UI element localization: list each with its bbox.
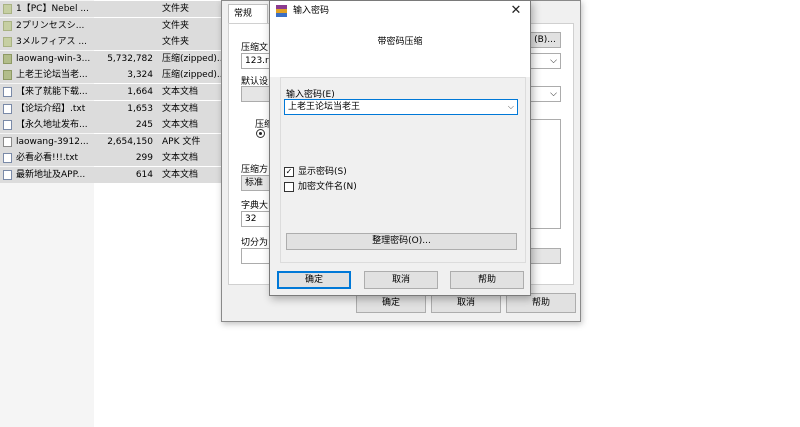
file-type: 文本文档	[162, 120, 199, 131]
chevron-down-icon: ⌵	[550, 89, 557, 99]
txt-icon	[3, 120, 12, 131]
chevron-down-icon[interactable]: ⌵	[508, 100, 514, 114]
title-bar[interactable]: 输入密码 ✕	[270, 1, 530, 21]
file-name: 3メルフィアス ...	[16, 37, 87, 48]
update-mode-dropdown[interactable]: ⌵	[529, 86, 561, 102]
file-name: laowang-win-3...	[16, 53, 91, 64]
file-size: 1,653	[127, 103, 153, 114]
help-button[interactable]: 帮助	[450, 271, 524, 289]
file-type: 压缩(zipped)...	[162, 70, 222, 81]
password-dialog: 输入密码 ✕ 带密码压缩 输入密码(E) 上老王论坛当老王 ⌵ ✓ 显示密码(S…	[269, 0, 531, 296]
folder-icon	[3, 4, 12, 14]
file-size: 5,732,782	[107, 53, 153, 64]
file-size: 3,324	[127, 70, 153, 81]
set-password-button[interactable]	[529, 248, 561, 264]
browse-button[interactable]: (B)...	[529, 32, 561, 48]
file-size: 614	[135, 170, 153, 180]
folder-icon	[3, 37, 12, 48]
file-type: APK 文件	[162, 136, 201, 147]
file-name: 【来了就能下载...	[16, 87, 88, 97]
file-name: 必看必看!!!.txt	[16, 153, 79, 164]
archiving-options-box	[529, 119, 561, 229]
file-row[interactable]: 【来了就能下载... 1,664 文本文档	[0, 84, 222, 100]
file-name: 最新地址及APP...	[16, 170, 86, 180]
file-type: 压缩(zipped)...	[162, 53, 222, 64]
folder-icon	[3, 20, 12, 31]
file-name: laowang-3912...	[16, 136, 89, 147]
file-row[interactable]: 【永久地址发布... 245 文本文档	[0, 117, 222, 134]
help-button[interactable]: 帮助	[506, 293, 576, 313]
password-value: 上老王论坛当老王	[288, 102, 361, 112]
archive-name-dropdown[interactable]: ⌵	[529, 53, 561, 69]
file-type: 文本文档	[162, 103, 199, 114]
file-row[interactable]: laowang-3912... 2,654,150 APK 文件	[0, 133, 222, 150]
file-name: 上老王论坛当老...	[16, 70, 88, 81]
file-row[interactable]: 1【PC】Nebel ... 文件夹	[0, 1, 222, 17]
dialog-title: 输入密码	[293, 6, 330, 16]
chevron-down-icon: ⌵	[550, 56, 557, 66]
file-row[interactable]: 2プリンセスシ... 文件夹	[0, 17, 222, 34]
show-password-label: 显示密码(S)	[298, 167, 347, 177]
dialog-header: 带密码压缩	[270, 21, 530, 77]
zip-icon	[3, 70, 12, 81]
file-row[interactable]: 必看必看!!!.txt 299 文本文档	[0, 150, 222, 167]
file-row[interactable]: 【论坛介绍】.txt 1,653 文本文档	[0, 100, 222, 117]
dictionary-size-label: 字典大	[241, 201, 269, 211]
file-name: 【永久地址发布...	[16, 120, 88, 131]
organize-passwords-button[interactable]: 整理密码(O)...	[286, 233, 517, 250]
file-name: 【论坛介绍】.txt	[16, 103, 86, 114]
encrypt-file-names-label: 加密文件名(N)	[298, 182, 357, 192]
txt-icon	[3, 103, 12, 114]
file-row[interactable]: 最新地址及APP... 614 文本文档	[0, 167, 222, 183]
file-size: 1,664	[127, 87, 153, 97]
file-name: 2プリンセスシ...	[16, 20, 85, 31]
archive-name-label: 压缩文	[241, 43, 269, 53]
file-size: 299	[135, 153, 153, 164]
file-type: 文本文档	[162, 170, 199, 180]
compression-method-label: 压缩方	[241, 165, 269, 175]
checkbox-unchecked-icon	[284, 182, 294, 192]
winrar-icon	[276, 5, 287, 17]
tab-general[interactable]: 常规	[228, 4, 268, 24]
apk-icon	[3, 136, 12, 147]
cancel-button[interactable]: 取消	[431, 293, 501, 313]
txt-icon	[3, 170, 12, 180]
file-name: 1【PC】Nebel ...	[16, 4, 89, 14]
dialog-subtitle: 带密码压缩	[377, 37, 423, 47]
file-type: 文本文档	[162, 153, 199, 164]
file-type: 文本文档	[162, 87, 199, 97]
dialog-body: 带密码压缩 输入密码(E) 上老王论坛当老王 ⌵ ✓ 显示密码(S) 加密文件名…	[270, 21, 530, 295]
file-type: 文件夹	[162, 37, 190, 48]
zip-icon	[3, 53, 12, 64]
checkbox-checked-icon: ✓	[284, 167, 294, 177]
file-size: 245	[135, 120, 153, 131]
close-icon[interactable]: ✕	[508, 3, 524, 19]
ok-button[interactable]: 确定	[356, 293, 426, 313]
file-row[interactable]: 上老王论坛当老... 3,324 压缩(zipped)...	[0, 67, 222, 84]
file-type: 文件夹	[162, 4, 190, 14]
file-row[interactable]: 3メルフィアス ... 文件夹	[0, 34, 222, 51]
txt-icon	[3, 87, 12, 97]
file-type: 文件夹	[162, 20, 190, 31]
file-size: 2,654,150	[107, 136, 153, 147]
txt-icon	[3, 153, 12, 164]
file-row[interactable]: laowang-win-3... 5,732,782 压缩(zipped)...	[0, 50, 222, 67]
ok-button[interactable]: 确定	[277, 271, 351, 289]
cancel-button[interactable]: 取消	[364, 271, 438, 289]
password-input[interactable]: 上老王论坛当老王 ⌵	[284, 99, 518, 115]
format-rar-radio[interactable]	[256, 129, 265, 138]
split-volumes-label: 切分为	[241, 238, 269, 248]
